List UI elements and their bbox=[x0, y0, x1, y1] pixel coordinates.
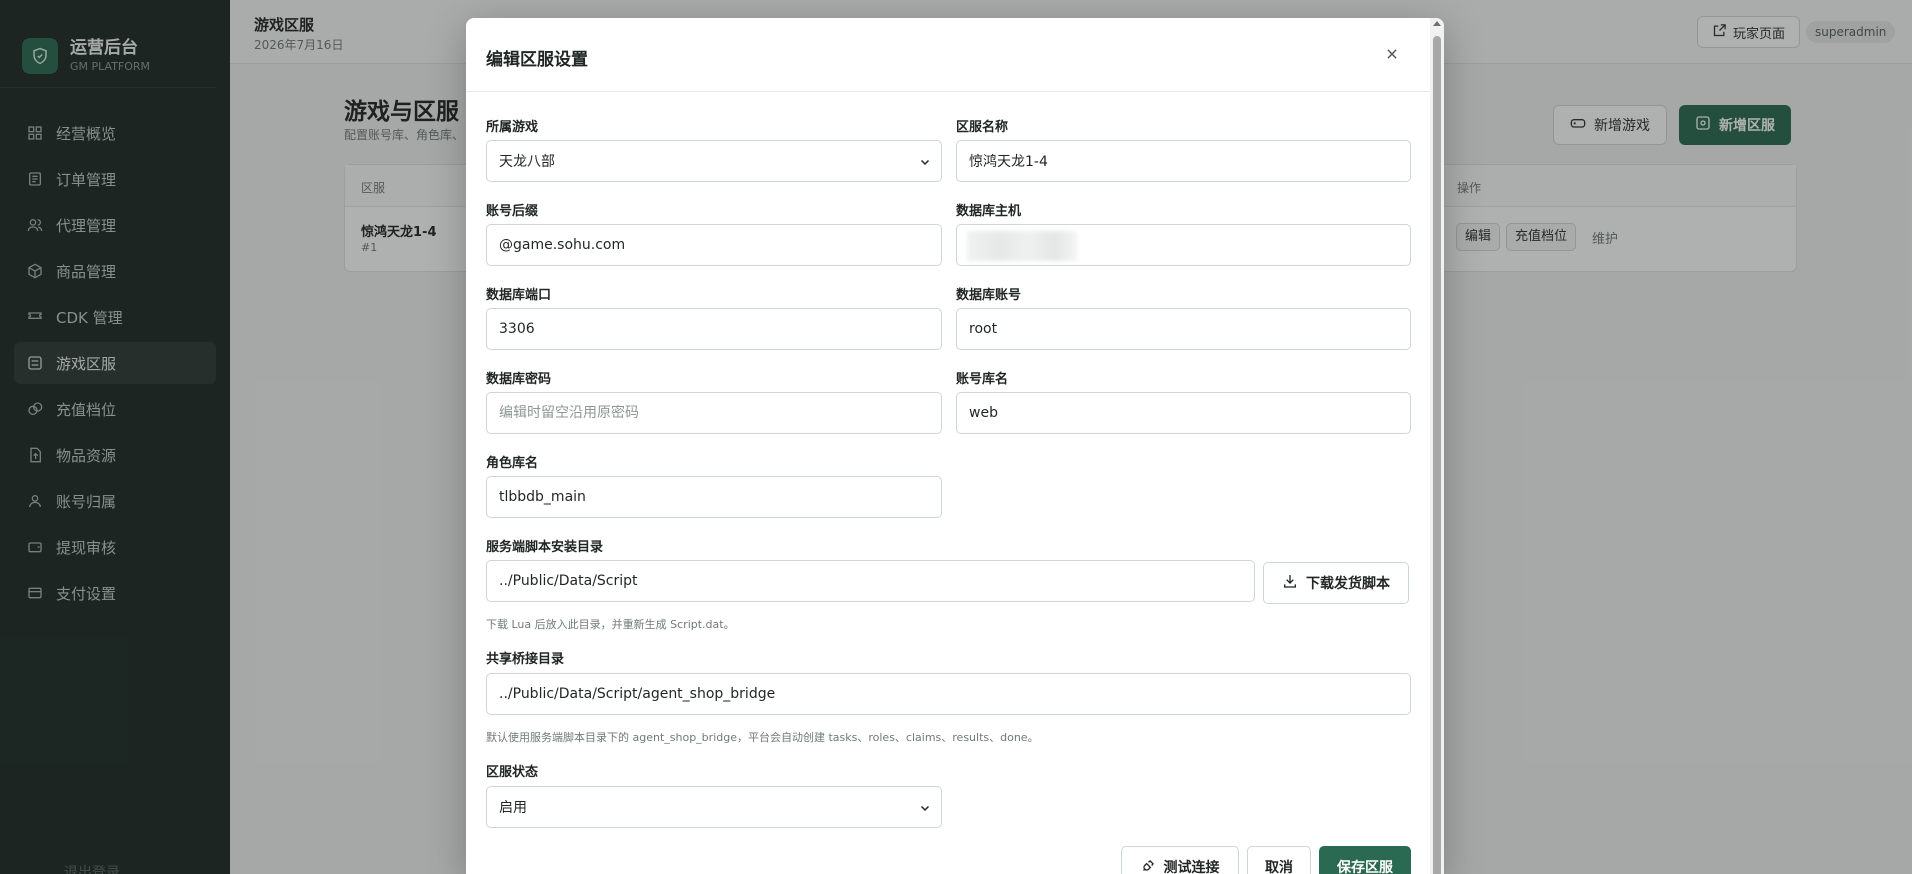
blurred-host-value bbox=[967, 231, 1077, 261]
script-dir-hint: 下载 Lua 后放入此目录，并重新生成 Script.dat。 bbox=[486, 618, 735, 631]
test-connection-button[interactable]: 测试连接 bbox=[1121, 846, 1239, 874]
modal-title: 编辑区服设置 bbox=[486, 50, 588, 70]
modal-header: 编辑区服设置 bbox=[466, 18, 1444, 92]
scroll-thumb[interactable] bbox=[1433, 36, 1441, 874]
scroll-up-arrow-icon[interactable] bbox=[1433, 21, 1441, 26]
zone-name-label: 区服名称 bbox=[956, 120, 1009, 135]
db-port-label: 数据库端口 bbox=[486, 288, 552, 303]
modal-scrollbar[interactable] bbox=[1430, 18, 1444, 874]
role-db-input[interactable] bbox=[486, 476, 942, 518]
bridge-dir-hint: 默认使用服务端脚本目录下的 agent_shop_bridge，平台会自动创建 … bbox=[486, 731, 1039, 744]
bridge-dir-label: 共享桥接目录 bbox=[486, 652, 565, 667]
zone-name-input[interactable] bbox=[956, 140, 1411, 182]
account-suffix-label: 账号后缀 bbox=[486, 204, 539, 219]
download-script-button[interactable]: 下载发货脚本 bbox=[1263, 562, 1409, 604]
db-port-input[interactable] bbox=[486, 308, 942, 350]
account-db-label: 账号库名 bbox=[956, 372, 1009, 387]
cancel-button[interactable]: 取消 bbox=[1247, 846, 1311, 874]
status-select[interactable]: 启用 bbox=[486, 786, 942, 828]
game-select-value: 天龙八部 bbox=[499, 154, 555, 170]
db-user-label: 数据库账号 bbox=[956, 288, 1022, 303]
account-db-input[interactable] bbox=[956, 392, 1411, 434]
db-host-label: 数据库主机 bbox=[956, 204, 1022, 219]
chevron-down-icon bbox=[919, 802, 931, 818]
game-label: 所属游戏 bbox=[486, 120, 539, 135]
script-dir-label: 服务端脚本安装目录 bbox=[486, 540, 604, 555]
account-suffix-input[interactable] bbox=[486, 224, 942, 266]
test-connection-label: 测试连接 bbox=[1163, 860, 1220, 874]
download-script-label: 下载发货脚本 bbox=[1306, 576, 1390, 592]
db-user-input[interactable] bbox=[956, 308, 1411, 350]
db-password-input[interactable] bbox=[486, 392, 942, 434]
save-zone-button[interactable]: 保存区服 bbox=[1319, 846, 1411, 874]
status-label: 区服状态 bbox=[486, 765, 539, 780]
role-db-label: 角色库名 bbox=[486, 456, 539, 471]
download-icon bbox=[1282, 573, 1298, 593]
db-host-input[interactable] bbox=[956, 224, 1411, 266]
db-password-label: 数据库密码 bbox=[486, 372, 552, 387]
plug-icon bbox=[1141, 858, 1156, 874]
status-select-value: 启用 bbox=[499, 800, 527, 816]
close-icon[interactable] bbox=[1380, 42, 1404, 66]
edit-zone-modal: 编辑区服设置 所属游戏 天龙八部 区服名称 账号后缀 数据库主机 数据库端口 数… bbox=[466, 18, 1444, 874]
script-dir-input[interactable] bbox=[486, 560, 1255, 602]
bridge-dir-input[interactable] bbox=[486, 673, 1411, 715]
chevron-down-icon bbox=[919, 156, 931, 172]
game-select[interactable]: 天龙八部 bbox=[486, 140, 942, 182]
